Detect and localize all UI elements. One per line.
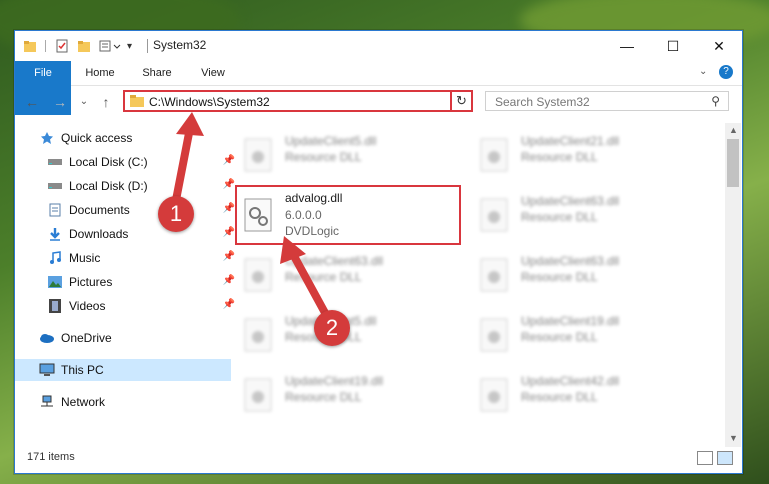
step-1-badge: 1 [158, 196, 194, 232]
step-2-badge: 2 [314, 310, 350, 346]
annotation-arrows [172, 112, 334, 326]
